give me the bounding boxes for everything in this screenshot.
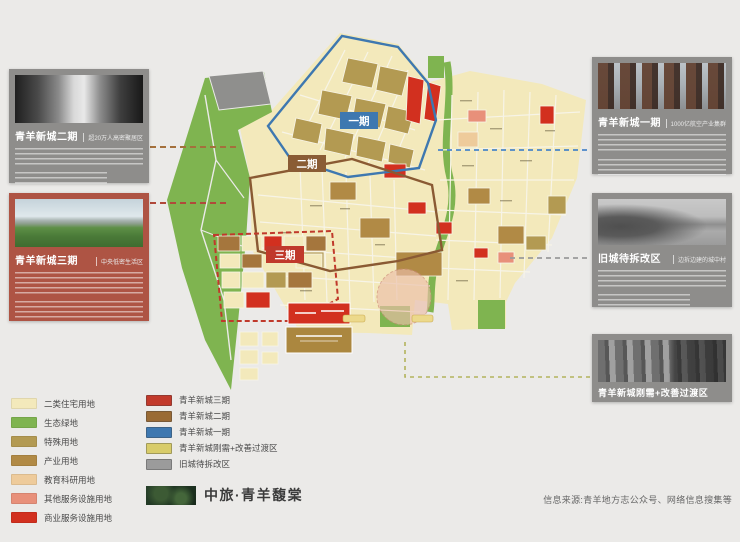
legend-label: 特殊用地	[44, 436, 79, 447]
phase2-label: 二期	[297, 158, 318, 171]
card-phase2: 青羊新城二期 超20万人高密聚居区	[9, 69, 149, 184]
card-phase1: 青羊新城一期 1000亿航空产业集群	[592, 57, 732, 175]
source-note: 信息来源:青羊地方志公众号、网络信息搜集等	[543, 495, 732, 505]
legend-item: 二类住宅用地	[11, 394, 112, 413]
phase2-photo	[15, 75, 143, 123]
card-title: 青羊新城一期	[598, 118, 661, 129]
card-title: 青羊新城三期	[15, 256, 78, 267]
legend-item: 产业用地	[11, 451, 112, 470]
legend-label: 教育科研用地	[44, 474, 96, 485]
oldtown-photo	[598, 199, 726, 245]
card-body-text	[15, 301, 143, 319]
legend-swatch	[11, 436, 37, 447]
logo-image	[146, 486, 196, 505]
legend-item: 青羊新城一期	[146, 424, 277, 440]
legend-label: 青羊新城一期	[179, 427, 231, 437]
connector-transition	[404, 342, 592, 378]
legend-item: 特殊用地	[11, 432, 112, 451]
legend-item: 生态绿地	[11, 413, 112, 432]
card-transition: 青羊新城刚需+改善过渡区	[592, 334, 732, 402]
card-body-text	[15, 148, 143, 168]
legend-swatch	[146, 426, 172, 438]
legend-item: 商业服务设施用地	[11, 508, 112, 527]
legend-label: 商业服务设施用地	[44, 512, 113, 523]
legend-item: 青羊新城二期	[146, 408, 277, 424]
card-title: 旧城待拆改区	[598, 254, 661, 265]
card-body-text	[15, 272, 143, 296]
legend-swatch	[11, 474, 37, 485]
card-badge: 中央低密生活区	[95, 257, 143, 266]
legend-item: 青羊新城三期	[146, 392, 277, 408]
legend-label: 青羊新城二期	[179, 411, 231, 421]
legend-land-use: 二类住宅用地 生态绿地特殊用地产业用地教育科研用地其他服务设施用地 商业服务设施用地	[11, 394, 112, 527]
legend-swatch	[146, 410, 172, 422]
legend-label: 二类住宅用地	[44, 398, 96, 409]
legend-swatch	[146, 394, 172, 406]
legend-label: 产业用地	[44, 455, 79, 466]
legend-swatch	[11, 417, 37, 428]
transition-photo	[598, 340, 726, 382]
legend-label: 青羊新城刚需+改善过渡区	[179, 443, 278, 453]
card-body-text	[598, 134, 726, 154]
card-phase3: 青羊新城三期 中央低密生活区	[9, 193, 149, 321]
legend-swatch	[146, 442, 172, 454]
legend-swatch	[146, 458, 172, 470]
card-body-text	[15, 172, 108, 184]
legend-swatch	[11, 455, 37, 466]
legend-label: 生态绿地	[44, 417, 79, 428]
phase1-photo	[598, 63, 726, 109]
card-badge: 1000亿航空产业集群	[665, 119, 726, 128]
legend-item: 旧城待拆改区	[146, 456, 277, 472]
phase3-label: 三期	[275, 249, 296, 262]
legend-label: 其他服务设施用地	[44, 493, 113, 504]
card-body-text	[598, 270, 726, 290]
card-badge: 边拆边建的城中村	[672, 255, 726, 264]
card-body-text	[598, 294, 691, 308]
card-badge: 超20万人高密聚居区	[83, 133, 143, 142]
legend-item: 青羊新城刚需+改善过渡区	[146, 440, 277, 456]
legend-swatch	[11, 493, 37, 504]
legend-label: 旧城待拆改区	[179, 459, 231, 469]
logo-text: 中旅·青羊馥棠	[204, 487, 304, 503]
legend-label: 青羊新城三期	[179, 395, 231, 405]
poster-stage: 一期 二期 三期 青羊新城二期 超20万人高密聚居区 青羊新城三期 中央低密生活…	[0, 0, 740, 542]
card-title: 青羊新城二期	[15, 132, 78, 143]
legend-swatch	[11, 512, 37, 523]
legend-swatch	[11, 398, 37, 409]
phase1-label: 一期	[349, 115, 370, 128]
map-gray-parcel	[208, 70, 272, 111]
legend-item: 其他服务设施用地	[11, 489, 112, 508]
legend-zones: 青羊新城三期 青羊新城二期 青羊新城一期青羊新城刚需+改善过渡区 旧城待拆改区	[146, 392, 277, 472]
card-title: 青羊新城刚需+改善过渡区	[598, 388, 709, 398]
legend-item: 教育科研用地	[11, 470, 112, 489]
card-body-text	[598, 159, 726, 175]
phase3-photo	[15, 199, 143, 247]
card-oldtown: 旧城待拆改区 边拆边建的城中村	[592, 193, 732, 308]
